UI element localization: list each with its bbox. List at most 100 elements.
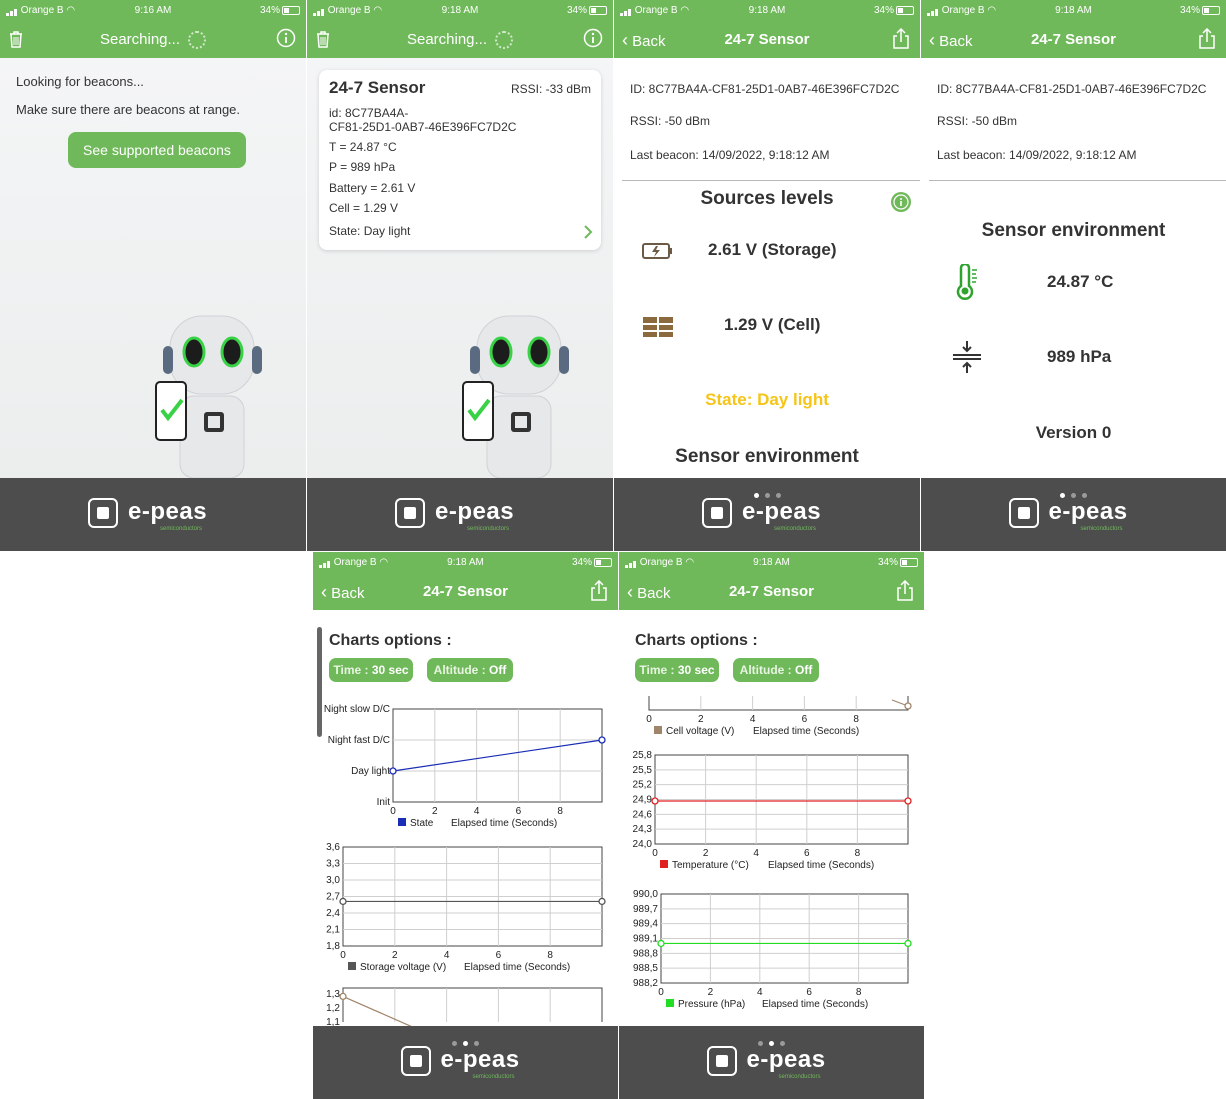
x-tick-label: 6 [496, 950, 502, 961]
legend-swatch [666, 999, 674, 1007]
data-point [598, 736, 606, 744]
y-tick-label: 988,5 [633, 963, 658, 974]
storage-voltage: 2.61 V (Storage) [708, 240, 837, 259]
data-point [339, 897, 347, 906]
y-tick-label: 988,2 [633, 978, 658, 989]
page-title: Searching... [406, 31, 488, 48]
divider [622, 180, 920, 181]
x-tick-label: 0 [652, 848, 658, 859]
x-tick-label: 8 [853, 714, 859, 725]
epeas-logo: e-peas semiconductors [400, 1046, 531, 1082]
y-tick-label: 988,8 [633, 948, 658, 959]
legend-label: Temperature (°C) [672, 860, 749, 871]
x-tick-label: 4 [757, 987, 763, 998]
epeas-logo: e-peas semiconductors [702, 498, 832, 534]
charts-area-2: 0 2 4 6 8 Cell voltage (V) Elapsed time (Secon… [633, 696, 912, 1010]
y-tick-label: 3,3 [326, 859, 340, 870]
divider [929, 180, 1226, 181]
data-point [904, 797, 912, 805]
y-tick-label: 25,8 [633, 750, 653, 761]
beacon-card[interactable]: 24-7 Sensor RSSI: -33 dBm id: 8C77BA4A- … [319, 70, 601, 250]
searching-status: Looking for beacons... [16, 74, 144, 89]
footer: e-peas semiconductors [614, 478, 920, 551]
sensor-id: ID: 8C77BA4A-CF81-25D1-0AB7-46E396FC7D2C [937, 82, 1207, 96]
y-tick-label: 1,1 [326, 1017, 340, 1026]
info-icon[interactable] [276, 28, 296, 53]
logo-mark-icon [702, 498, 732, 528]
y-tick-label: 1,2 [326, 1003, 340, 1014]
battery-percent: 34% [259, 5, 280, 16]
beacon-rssi: RSSI: -33 dBm [510, 82, 591, 96]
y-tick-label: 1,8 [326, 941, 340, 952]
status-bar: Orange B ◠ 9:18 AM 34% [921, 0, 1226, 22]
status-bar: Orange B ◠ 9:16 AM 34% [0, 0, 306, 22]
data-point [904, 702, 912, 710]
battery-percent: 34% [566, 5, 587, 16]
y-tick-label: 2,1 [326, 925, 340, 936]
x-tick-label: 2 [708, 987, 714, 998]
y-tick-label: 24,3 [633, 824, 653, 835]
footer: e-peas semiconductors [307, 478, 613, 551]
logo-mark-icon [1008, 498, 1039, 528]
x-tick-label: 0 [658, 987, 664, 998]
data-point [389, 767, 397, 775]
x-tick-label: 8 [547, 950, 553, 961]
battery-percent: 34% [873, 5, 894, 16]
y-tick-label: Init [377, 797, 391, 808]
x-tick-label: 8 [557, 806, 563, 817]
logo-mark-icon [395, 498, 425, 528]
beacon-battery: Battery = 2.61 V [329, 181, 416, 195]
x-tick-label: 4 [750, 714, 756, 725]
info-icon[interactable] [890, 191, 912, 213]
last-beacon: Last beacon: 14/09/2022, 9:18:12 AM [630, 148, 830, 162]
data-point [339, 992, 347, 1001]
x-tick-label: 0 [390, 806, 396, 817]
footer: e-peas semiconductors [619, 1026, 924, 1099]
x-tick-label: 4 [474, 806, 480, 817]
y-tick-label: 989,4 [633, 919, 658, 930]
battery-icon [1202, 5, 1220, 15]
legend-label: Storage voltage (V) [360, 962, 446, 973]
y-tick-label: 25,5 [633, 765, 653, 776]
solar-cell-icon [643, 317, 673, 337]
share-icon[interactable] [1198, 27, 1216, 55]
state-label: State: Day light [705, 390, 829, 409]
robot-illustration [462, 315, 569, 478]
x-axis-label: Elapsed time (Seconds) [762, 999, 868, 1010]
y-tick-label: 24,6 [633, 809, 653, 820]
beacon-temperature: T = 24.87 °C [329, 140, 397, 154]
share-icon[interactable] [892, 27, 910, 55]
see-supported-beacons-button[interactable]: See supported beacons [68, 132, 246, 168]
storage-battery-icon [642, 243, 672, 259]
epeas-logo: e-peas semiconductors [706, 1046, 837, 1082]
info-icon[interactable] [583, 28, 603, 53]
x-tick-label: 6 [804, 848, 810, 859]
x-tick-label: 8 [855, 848, 861, 859]
loading-spinner-icon [495, 31, 514, 50]
x-tick-label: 2 [698, 714, 704, 725]
beacon-id-line1: id: 8C77BA4A- [329, 106, 409, 120]
y-tick-label: 24,0 [633, 839, 653, 850]
plot-frame [648, 696, 909, 711]
x-tick-label: 8 [856, 987, 862, 998]
page-title: 24-7 Sensor [724, 31, 810, 48]
robot-illustration [155, 315, 262, 478]
cell-voltage: 1.29 V (Cell) [724, 315, 821, 334]
x-tick-label: 2 [392, 950, 398, 961]
legend-label: Cell voltage (V) [666, 726, 734, 737]
nav-bar: Searching... [307, 22, 613, 58]
range-hint: Make sure there are beacons at range. [16, 102, 241, 117]
screen-searching-empty: Orange B ◠ 9:16 AM 34% Searching... Look… [0, 0, 306, 551]
logo-mark-icon [706, 1046, 737, 1076]
battery-icon [282, 5, 300, 15]
y-tick-label: Day light [351, 766, 390, 777]
x-axis-label: Elapsed time (Seconds) [464, 962, 570, 973]
nav-bar: ‹ Back 24-7 Sensor [614, 22, 920, 58]
status-bar: Orange B ◠ 9:18 AM 34% [307, 0, 613, 22]
sensor-rssi: RSSI: -50 dBm [937, 114, 1018, 128]
data-point [657, 939, 665, 948]
page-title: Searching... [99, 31, 181, 48]
sources-levels-title: Sources levels [700, 188, 834, 209]
page-title: 24-7 Sensor [1030, 31, 1117, 48]
logo-mark-icon [88, 498, 118, 528]
